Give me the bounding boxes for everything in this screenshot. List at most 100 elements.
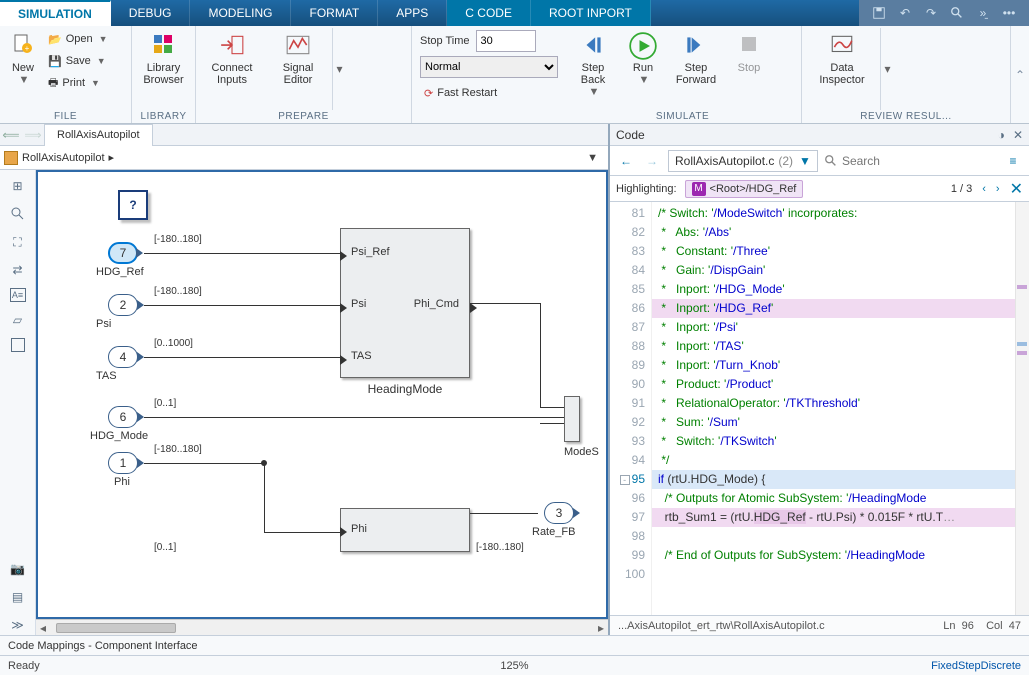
chevron-down-icon: ▼: [799, 154, 811, 168]
inport-hdg-ref[interactable]: 7: [108, 242, 138, 264]
outport-rate-fb[interactable]: 3: [544, 502, 574, 524]
chevron-right-icon[interactable]: ▸: [109, 151, 115, 164]
help-icon[interactable]: •••: [1001, 5, 1017, 21]
review-more-button[interactable]: ▾: [880, 28, 894, 110]
close-icon[interactable]: ✕: [1013, 128, 1023, 142]
view-options-button[interactable]: ▼: [581, 152, 604, 164]
code-panel-title-bar: Code ◑ ✕: [610, 124, 1029, 146]
expand-panel-icon[interactable]: ≫: [8, 615, 28, 635]
block-icon[interactable]: [11, 338, 25, 352]
code-panel: Code ◑ ✕ ← → RollAxisAutopilot.c (2) ▼ ≡…: [610, 124, 1029, 635]
menu-icon[interactable]: ≡: [1003, 151, 1023, 171]
connect-inputs-icon: [218, 32, 246, 60]
match-count: 1 / 3: [951, 183, 972, 195]
more-icon[interactable]: »̱: [975, 5, 991, 21]
signal-editor-label: Signal Editor: [283, 62, 314, 86]
inport-psi[interactable]: 2: [108, 294, 138, 316]
run-icon: [629, 32, 657, 60]
sim-mode-select[interactable]: Normal: [420, 56, 558, 78]
prev-match-button[interactable]: ‹: [982, 183, 986, 195]
scroll-thumb[interactable]: [56, 623, 176, 633]
switch-block[interactable]: [564, 396, 580, 442]
nav-back-button[interactable]: ⟸: [0, 124, 22, 146]
stop-time-input[interactable]: [476, 30, 536, 52]
stop-button[interactable]: Stop: [726, 28, 772, 78]
scroll-right-icon[interactable]: ▸: [594, 621, 608, 635]
ln-value: 96: [962, 620, 974, 632]
stop-label: Stop: [738, 62, 761, 74]
code-body[interactable]: 8182838485868788899091929394-95 96979899…: [610, 202, 1029, 615]
signal-editor-button[interactable]: Signal Editor: [266, 28, 330, 90]
tab-format[interactable]: FORMAT: [291, 0, 378, 26]
image-icon[interactable]: ▱: [8, 310, 28, 330]
tab-modeling[interactable]: MODELING: [190, 0, 291, 26]
back-button[interactable]: ←: [616, 151, 636, 171]
minimize-icon[interactable]: ◑: [998, 128, 1005, 142]
range-label: [0..1000]: [154, 338, 193, 349]
docblock[interactable]: ?: [118, 190, 148, 220]
chevron-up-icon: ⌃: [1015, 68, 1025, 82]
search-icon[interactable]: [949, 5, 965, 21]
subsystem-rollrate[interactable]: Phi: [340, 508, 470, 552]
highlight-bar: Highlighting: M <Root>/HDG_Ref 1 / 3 ‹ ›…: [610, 176, 1029, 202]
undo-icon[interactable]: ↶: [897, 5, 913, 21]
library-browser-button[interactable]: Library Browser: [136, 28, 191, 90]
port-label: Phi_Cmd: [414, 298, 459, 310]
breadcrumb-root[interactable]: RollAxisAutopilot: [22, 152, 105, 164]
collapse-ribbon-button[interactable]: ⌃: [1011, 26, 1029, 123]
doc-tab[interactable]: RollAxisAutopilot: [44, 124, 153, 146]
subsystem-headingmode[interactable]: Psi_Ref Psi TAS Phi_Cmd: [340, 228, 470, 378]
connect-inputs-button[interactable]: Connect Inputs: [200, 28, 264, 90]
scroll-left-icon[interactable]: ◂: [36, 621, 50, 635]
next-match-button[interactable]: ›: [996, 183, 1000, 195]
block-diagram-canvas[interactable]: ? 7 HDG_Ref [-180..180] 2 Psi [-180..180…: [36, 170, 608, 619]
code-nav-bar: ← → RollAxisAutopilot.c (2) ▼ ≡: [610, 146, 1029, 176]
horizontal-scrollbar[interactable]: ◂ ▸: [36, 619, 608, 635]
step-forward-button[interactable]: Step Forward: [668, 28, 724, 90]
bookmark-icon[interactable]: ▤: [8, 587, 28, 607]
inport-tas[interactable]: 4: [108, 346, 138, 368]
new-file-icon: +: [9, 32, 37, 60]
open-button[interactable]: 📂Open▼: [44, 28, 112, 50]
range-label: [-180..180]: [154, 286, 202, 297]
outport-rate-fb-label: Rate_FB: [532, 526, 575, 538]
code-search-input[interactable]: [842, 154, 997, 168]
code-mappings-bar[interactable]: Code Mappings - Component Interface: [0, 635, 1029, 655]
new-button[interactable]: + New ▼: [4, 28, 42, 90]
fast-restart-button[interactable]: ⟳Fast Restart: [420, 82, 558, 104]
junction-dot: [261, 460, 267, 466]
open-label: Open: [66, 33, 93, 45]
code-search[interactable]: [824, 154, 997, 168]
clear-highlight-button[interactable]: ✕: [1010, 179, 1023, 199]
data-inspector-button[interactable]: Data Inspector: [806, 28, 878, 90]
step-back-button[interactable]: Step Back▼: [568, 28, 618, 102]
range-label: [-180..180]: [154, 444, 202, 455]
tab-debug[interactable]: DEBUG: [111, 0, 191, 26]
camera-icon[interactable]: 📷: [8, 559, 28, 579]
nav-fwd-button[interactable]: ⟹: [22, 124, 44, 146]
fit-icon[interactable]: ⛶: [8, 232, 28, 252]
print-button[interactable]: 🖶Print▼: [44, 72, 112, 94]
tab-apps[interactable]: APPS: [378, 0, 447, 26]
tab-simulation[interactable]: SIMULATION: [0, 0, 111, 26]
inport-hdg-mode[interactable]: 6: [108, 406, 138, 428]
run-button[interactable]: Run▼: [620, 28, 666, 90]
tab-c-code[interactable]: C CODE: [447, 0, 531, 26]
inport-phi[interactable]: 1: [108, 452, 138, 474]
zoom-icon[interactable]: [8, 204, 28, 224]
route-icon[interactable]: ⇄: [8, 260, 28, 280]
redo-icon[interactable]: ↷: [923, 5, 939, 21]
annotation-icon[interactable]: A≡: [10, 288, 26, 302]
tab-root-inport[interactable]: ROOT INPORT: [531, 0, 651, 26]
save-icon[interactable]: [871, 5, 887, 21]
file-dropdown[interactable]: RollAxisAutopilot.c (2) ▼: [668, 150, 818, 172]
status-zoom[interactable]: 125%: [500, 660, 528, 672]
save-button[interactable]: 💾Save▼: [44, 50, 112, 72]
hide-panel-icon[interactable]: ⊞: [8, 176, 28, 196]
model-chip-icon: M: [692, 182, 706, 196]
status-solver[interactable]: FixedStepDiscrete: [931, 660, 1021, 672]
prepare-more-button[interactable]: ▾: [332, 28, 346, 110]
minimap[interactable]: [1015, 202, 1029, 615]
forward-button[interactable]: →: [642, 151, 662, 171]
stop-time-label: Stop Time: [420, 35, 470, 47]
